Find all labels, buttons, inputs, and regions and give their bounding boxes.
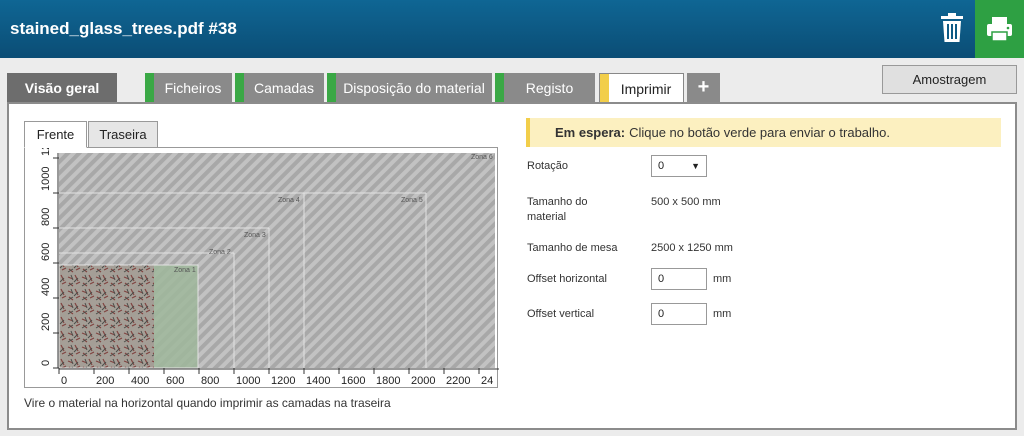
status-stripe xyxy=(327,73,336,102)
printer-icon xyxy=(987,17,1012,42)
x-tick-label: 1400 xyxy=(306,375,330,387)
x-tick-label: 200 xyxy=(96,375,114,387)
rotation-value: 0 xyxy=(658,160,665,172)
y-tick-label: 0 xyxy=(40,360,52,366)
x-tick-label: 1800 xyxy=(376,375,400,387)
status-message: Clique no botão verde para enviar o trab… xyxy=(629,125,890,140)
x-tick-label: 1200 xyxy=(271,375,295,387)
tab-label: Visão geral xyxy=(24,79,100,96)
add-tab-button[interactable]: + xyxy=(687,73,720,102)
status-stripe xyxy=(145,73,154,102)
table-preview-svg: Zona 1 Zona 2 Zona 3 Zona 4 Zona 5 Zona … xyxy=(40,148,499,387)
print-button[interactable] xyxy=(975,0,1024,58)
y-tick-label: 1200 xyxy=(40,148,52,156)
offset-horizontal-unit: mm xyxy=(713,273,732,285)
zone-3-label: Zona 3 xyxy=(244,232,266,239)
x-tick-label: 800 xyxy=(201,375,219,387)
tab-files[interactable]: Ficheiros xyxy=(145,73,232,102)
x-tick-label: 1000 xyxy=(236,375,260,387)
plus-icon: + xyxy=(697,76,710,98)
zone-4-label: Zona 4 xyxy=(278,197,300,204)
table-size-label: Tamanho de mesa xyxy=(527,242,618,254)
x-tick-label: 600 xyxy=(166,375,184,387)
material-size-value: 500 x 500 mm xyxy=(651,196,721,208)
status-stripe xyxy=(495,73,504,102)
offset-vertical-input[interactable] xyxy=(651,303,707,325)
x-tick-label: 2200 xyxy=(446,375,470,387)
x-tick-label: 0 xyxy=(61,375,67,387)
zone-6-label: Zona 6 xyxy=(471,154,493,161)
x-tick-label: 400 xyxy=(131,375,149,387)
tab-log[interactable]: Registo xyxy=(495,73,595,102)
trash-icon xyxy=(941,13,963,42)
offset-vertical-label: Offset vertical xyxy=(527,308,595,320)
sample-button[interactable]: Amostragem xyxy=(882,65,1017,94)
delete-button[interactable] xyxy=(936,10,968,46)
document-title: stained_glass_trees.pdf #38 xyxy=(10,19,237,38)
x-axis: 0 200 400 600 800 1000 1200 1400 1600 1800 2000 220… xyxy=(58,368,499,387)
tab-label: Disposição do material xyxy=(343,79,485,96)
y-tick-label: 1000 xyxy=(40,167,52,191)
zone-5-label: Zona 5 xyxy=(401,197,423,204)
header-bar: stained_glass_trees.pdf #38 xyxy=(0,0,1024,58)
material-preview: Zona 1 Zona 2 Zona 3 Zona 4 Zona 5 Zona … xyxy=(24,147,499,388)
tab-material-layout[interactable]: Disposição do material xyxy=(327,73,492,102)
status-label: Em espera: xyxy=(555,125,626,140)
dropdown-arrow-icon: ▼ xyxy=(691,161,700,171)
tab-layers[interactable]: Camadas xyxy=(235,73,324,102)
y-tick-label: 600 xyxy=(40,243,52,261)
tab-label: Camadas xyxy=(254,79,314,96)
tab-front[interactable]: Frente xyxy=(24,121,87,148)
y-tick-label: 400 xyxy=(40,278,52,296)
offset-vertical-unit: mm xyxy=(713,308,732,320)
rotation-select[interactable]: 0 ▼ xyxy=(651,155,707,177)
tab-back[interactable]: Traseira xyxy=(88,121,158,148)
y-tick-label: 800 xyxy=(40,208,52,226)
tab-label: Imprimir xyxy=(620,81,672,97)
offset-horizontal-label: Offset horizontal xyxy=(527,273,607,285)
table-size-value: 2500 x 1250 mm xyxy=(651,242,733,254)
x-tick-label: 24 xyxy=(481,375,493,387)
zone-1-label: Zona 1 xyxy=(174,267,196,274)
flip-hint: Vire o material na horizontal quando imp… xyxy=(24,396,391,410)
material-size-label: Tamanho do material xyxy=(527,196,588,223)
zone-2-label: Zona 2 xyxy=(209,249,231,256)
tab-overview[interactable]: Visão geral xyxy=(7,73,117,102)
rotation-label: Rotação xyxy=(527,160,568,172)
offset-horizontal-input[interactable] xyxy=(651,268,707,290)
y-tick-label: 200 xyxy=(40,313,52,331)
status-banner: Em espera: Clique no botão verde para en… xyxy=(526,118,1001,147)
tab-label: Ficheiros xyxy=(164,79,222,96)
tab-label: Registo xyxy=(525,79,574,96)
tab-print[interactable]: Imprimir xyxy=(599,73,684,104)
x-tick-label: 1600 xyxy=(341,375,365,387)
status-stripe xyxy=(600,74,609,103)
x-tick-label: 2000 xyxy=(411,375,435,387)
status-stripe xyxy=(235,73,244,102)
y-axis: 0 200 400 600 800 1000 1200 xyxy=(40,148,59,369)
